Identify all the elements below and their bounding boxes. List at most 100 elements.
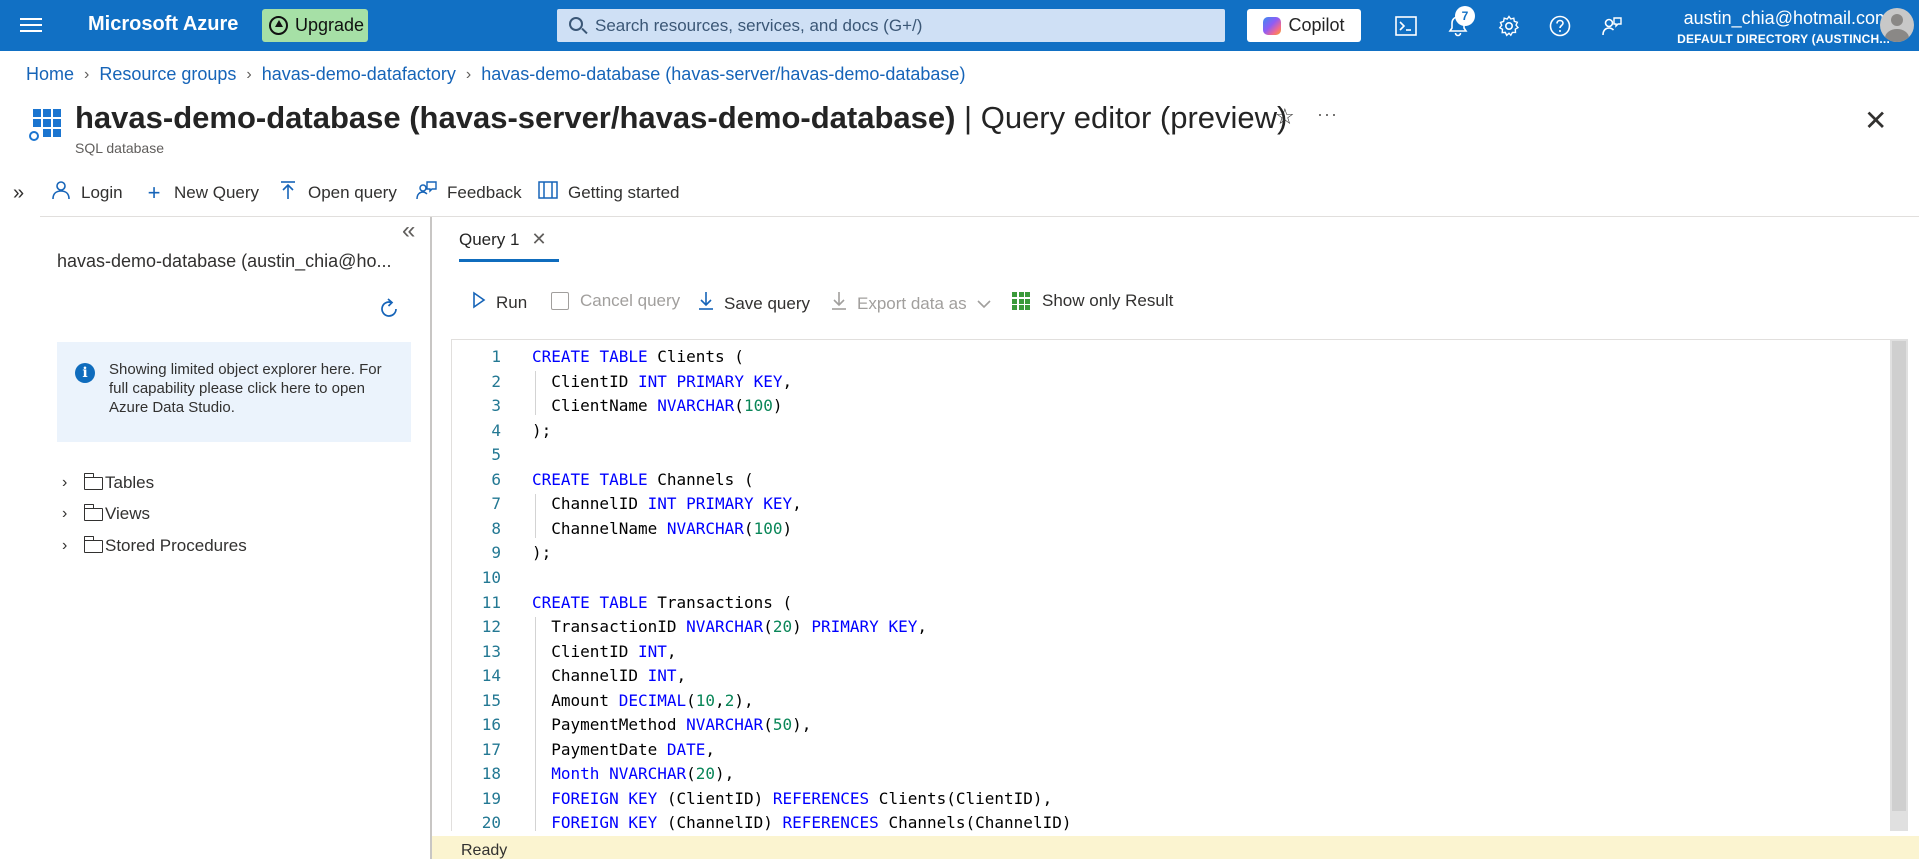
code-text: PaymentMethod NVARCHAR(50), xyxy=(532,715,812,735)
settings-gear-icon[interactable] xyxy=(1496,13,1522,39)
code-text: ClientID INT PRIMARY KEY, xyxy=(532,371,793,391)
account-email: austin_chia@hotmail.com xyxy=(1683,8,1890,28)
cancel-query-label: Cancel query xyxy=(580,291,681,310)
code-text: FOREIGN KEY (ChannelID) REFERENCES Chann… xyxy=(551,813,1072,831)
cloud-shell-icon[interactable] xyxy=(1393,13,1419,39)
tab-label: Query 1 xyxy=(459,229,520,249)
line-number: 6 xyxy=(491,469,501,489)
database-connection-name[interactable]: havas-demo-database (austin_chia@ho... xyxy=(57,251,412,272)
code-line[interactable]: 5 xyxy=(452,445,1892,469)
tree-item-stored-procedures[interactable]: › Stored Procedures xyxy=(62,535,247,556)
code-text: ChannelName NVARCHAR(100) xyxy=(532,518,793,538)
code-line[interactable]: 12 TransactionID NVARCHAR(20) PRIMARY KE… xyxy=(452,617,1892,641)
code-line[interactable]: 1 CREATE TABLE Clients ( xyxy=(452,347,1892,371)
download-icon xyxy=(698,291,714,316)
copilot-button[interactable]: Copilot xyxy=(1247,9,1361,42)
info-banner[interactable]: i Showing limited object explorer here. … xyxy=(57,342,411,442)
new-query-button[interactable]: + New Query xyxy=(143,180,259,206)
code-line[interactable]: 20 FOREIGN KEY (ChannelID) REFERENCES Ch… xyxy=(452,813,1892,831)
panel-splitter[interactable] xyxy=(430,217,432,859)
chevron-right-icon[interactable]: › xyxy=(62,474,80,492)
chevron-right-icon: › xyxy=(246,65,252,83)
tree-item-tables[interactable]: › Tables xyxy=(62,472,154,493)
help-icon[interactable] xyxy=(1547,13,1573,39)
code-text: ClientName NVARCHAR(100) xyxy=(532,396,783,416)
active-tab-indicator xyxy=(459,259,559,262)
avatar[interactable] xyxy=(1880,8,1914,42)
tab-query-1[interactable]: Query 1 ✕ xyxy=(459,229,547,250)
sql-code-editor[interactable]: 1 CREATE TABLE Clients (2 ClientID INT PR… xyxy=(451,339,1908,831)
search-input[interactable]: Search resources, services, and docs (G+… xyxy=(557,9,1225,42)
getting-started-button[interactable]: Getting started xyxy=(537,180,680,206)
code-line[interactable]: 6 CREATE TABLE Channels ( xyxy=(452,470,1892,494)
breadcrumb-resource-groups[interactable]: Resource groups xyxy=(99,64,236,85)
chevron-right-icon: › xyxy=(84,65,90,83)
line-number: 20 xyxy=(481,813,501,831)
code-line[interactable]: 10 xyxy=(452,568,1892,592)
page-title-resource: havas-demo-database (havas-server/havas-… xyxy=(75,100,956,135)
breadcrumb-database[interactable]: havas-demo-database (havas-server/havas-… xyxy=(481,64,965,85)
scrollbar-thumb[interactable] xyxy=(1892,341,1906,811)
save-query-button[interactable]: Save query xyxy=(698,291,810,316)
editor-scrollbar[interactable] xyxy=(1890,339,1908,831)
code-line[interactable]: 19 FOREIGN KEY (ClientID) REFERENCES Cli… xyxy=(452,789,1892,813)
notification-count-badge: 7 xyxy=(1455,6,1475,26)
code-line[interactable]: 11 CREATE TABLE Transactions ( xyxy=(452,593,1892,617)
code-text: FOREIGN KEY (ClientID) REFERENCES Client… xyxy=(551,788,1053,808)
line-number: 2 xyxy=(491,371,501,391)
book-icon xyxy=(537,180,559,206)
close-tab-icon[interactable]: ✕ xyxy=(531,229,546,250)
breadcrumb-datafactory[interactable]: havas-demo-datafactory xyxy=(262,64,456,85)
code-line[interactable]: 14 ChannelID INT, xyxy=(452,666,1892,690)
feedback-person-icon[interactable] xyxy=(1599,13,1625,39)
object-explorer: « havas-demo-database (austin_chia@ho...… xyxy=(40,217,430,859)
line-number: 15 xyxy=(481,690,501,710)
code-line[interactable]: 13 ClientID INT, xyxy=(452,642,1892,666)
page-title-suffix: | Query editor (preview) xyxy=(955,100,1288,135)
chevron-right-icon[interactable]: › xyxy=(62,505,80,523)
code-line[interactable]: 18 Month NVARCHAR(20), xyxy=(452,764,1892,788)
login-button[interactable]: Login xyxy=(50,180,123,206)
close-icon[interactable]: ✕ xyxy=(1864,104,1887,137)
upgrade-label: Upgrade xyxy=(295,15,365,35)
status-bar: Ready xyxy=(432,836,1919,859)
tree-item-views[interactable]: › Views xyxy=(62,503,150,524)
feedback-button[interactable]: Feedback xyxy=(416,180,522,206)
feedback-label: Feedback xyxy=(447,183,522,202)
code-text: Amount DECIMAL(10,2), xyxy=(532,690,754,710)
more-options-icon[interactable]: ··· xyxy=(1317,104,1338,125)
open-query-button[interactable]: Open query xyxy=(277,180,397,206)
code-line[interactable]: 16 PaymentMethod NVARCHAR(50), xyxy=(452,715,1892,739)
favorite-star-icon[interactable]: ☆ xyxy=(1275,104,1295,130)
code-line[interactable]: 8 ChannelName NVARCHAR(100) xyxy=(452,519,1892,543)
code-line[interactable]: 17 PaymentDate DATE, xyxy=(452,740,1892,764)
line-number: 10 xyxy=(481,567,501,587)
line-number: 18 xyxy=(481,764,501,784)
cancel-query-button[interactable]: Cancel query xyxy=(551,291,680,311)
expand-menu-icon[interactable]: » xyxy=(13,182,24,205)
code-line[interactable]: 15 Amount DECIMAL(10,2), xyxy=(452,691,1892,715)
code-line[interactable]: 3 ClientName NVARCHAR(100) xyxy=(452,396,1892,420)
search-placeholder: Search resources, services, and docs (G+… xyxy=(595,15,923,35)
code-line[interactable]: 9); xyxy=(452,543,1892,567)
run-button[interactable]: Run xyxy=(472,291,527,314)
code-line[interactable]: 2 ClientID INT PRIMARY KEY, xyxy=(452,372,1892,396)
new-query-label: New Query xyxy=(174,183,260,202)
status-text: Ready xyxy=(461,842,508,859)
collapse-panel-icon[interactable]: « xyxy=(402,217,415,245)
refresh-icon[interactable] xyxy=(377,297,401,328)
info-icon: i xyxy=(75,363,95,383)
chevron-right-icon[interactable]: › xyxy=(62,537,80,555)
export-data-button[interactable]: Export data as xyxy=(831,291,991,316)
show-only-result-button[interactable]: Show only Result xyxy=(1012,291,1173,311)
brand-title[interactable]: Microsoft Azure xyxy=(88,13,238,36)
code-line[interactable]: 7 ChannelID INT PRIMARY KEY, xyxy=(452,494,1892,518)
menu-icon[interactable] xyxy=(20,15,42,35)
code-line[interactable]: 4); xyxy=(452,421,1892,445)
upgrade-button[interactable]: Upgrade xyxy=(262,9,368,42)
code-text: TransactionID NVARCHAR(20) PRIMARY KEY, xyxy=(532,617,927,637)
line-number: 1 xyxy=(491,347,501,366)
sql-database-icon xyxy=(27,107,61,145)
line-number: 8 xyxy=(491,518,501,538)
breadcrumb-home[interactable]: Home xyxy=(26,64,74,85)
